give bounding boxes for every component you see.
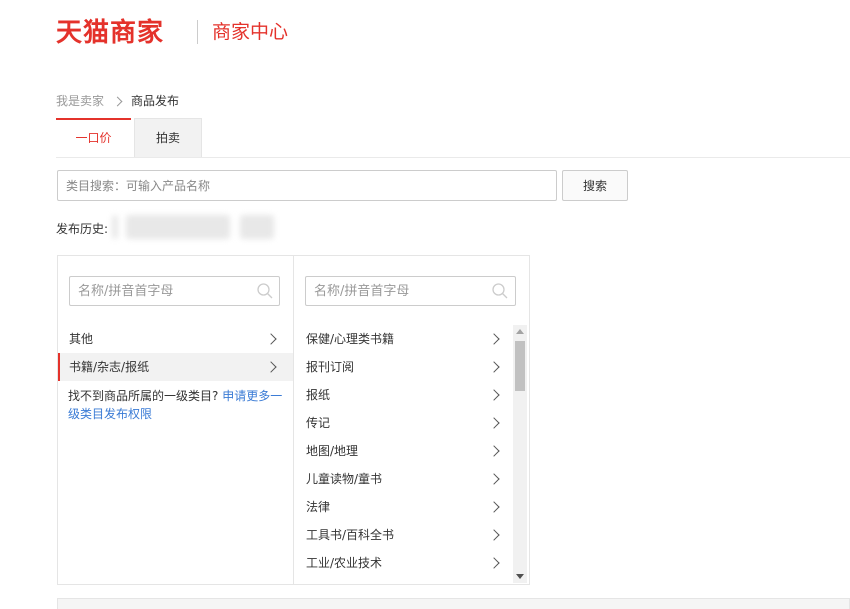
tmall-merchant-logo[interactable]: 天猫商家 bbox=[56, 18, 164, 48]
level2-category-list: 保健/心理类书籍 报刊订阅 报纸 传记 地图/地理 儿童读物/童书 法律 工具书… bbox=[294, 325, 512, 577]
breadcrumb-current: 商品发布 bbox=[131, 94, 180, 108]
search-icon bbox=[257, 283, 273, 299]
subcategory-item[interactable]: 报刊订阅 bbox=[294, 353, 512, 381]
tab-auction[interactable]: 拍卖 bbox=[134, 118, 202, 158]
breadcrumb-seller-link[interactable]: 我是卖家 bbox=[56, 93, 104, 109]
subcategory-label: 传记 bbox=[306, 416, 331, 430]
chevron-right-icon bbox=[488, 445, 500, 457]
bottom-action-bar bbox=[57, 598, 850, 609]
subcategory-item[interactable]: 传记 bbox=[294, 409, 512, 437]
publish-history-label: 发布历史: bbox=[56, 222, 109, 236]
chevron-right-icon bbox=[488, 529, 500, 541]
chevron-right-icon bbox=[488, 501, 500, 513]
tab-fixed-price[interactable]: 一口价 bbox=[56, 118, 131, 158]
chevron-right-icon bbox=[488, 333, 500, 345]
category-item-books-magazines[interactable]: 书籍/杂志/报纸 bbox=[58, 353, 293, 381]
subcategory-item[interactable]: 法律 bbox=[294, 493, 512, 521]
page-title: 商家中心 bbox=[212, 21, 289, 43]
subcategory-label: 工具书/百科全书 bbox=[306, 528, 395, 542]
subcategory-item[interactable]: 保健/心理类书籍 bbox=[294, 325, 512, 353]
subcategory-label: 报纸 bbox=[306, 388, 331, 402]
category-item-label: 书籍/杂志/报纸 bbox=[69, 360, 150, 374]
chevron-right-icon bbox=[488, 473, 500, 485]
subcategory-label: 法律 bbox=[306, 500, 331, 514]
category-level1-column: 其他 书籍/杂志/报纸 找不到商品所属的一级类目? 申请更多一级类目发布权限 bbox=[58, 256, 294, 584]
level2-filter-input[interactable] bbox=[305, 276, 516, 306]
breadcrumb: 我是卖家 商品发布 bbox=[56, 93, 179, 109]
blurred-history-item[interactable] bbox=[112, 215, 118, 239]
category-level2-column: 保健/心理类书籍 报刊订阅 报纸 传记 地图/地理 儿童读物/童书 bbox=[294, 256, 529, 584]
category-item-other[interactable]: 其他 bbox=[58, 325, 293, 353]
chevron-right-icon bbox=[112, 96, 123, 106]
category-selector-panel: 其他 书籍/杂志/报纸 找不到商品所属的一级类目? 申请更多一级类目发布权限 保… bbox=[57, 255, 530, 585]
blurred-history-item[interactable] bbox=[126, 215, 230, 239]
search-button[interactable]: 搜索 bbox=[562, 170, 628, 201]
chevron-right-icon bbox=[488, 417, 500, 429]
subcategory-label: 报刊订阅 bbox=[306, 360, 355, 374]
subcategory-label: 工业/农业技术 bbox=[306, 556, 383, 570]
category-hint: 找不到商品所属的一级类目? 申请更多一级类目发布权限 bbox=[68, 387, 286, 423]
search-icon bbox=[492, 283, 508, 299]
subcategory-item[interactable]: 地图/地理 bbox=[294, 437, 512, 465]
header-divider bbox=[197, 20, 198, 44]
scrollbar-thumb[interactable] bbox=[515, 341, 525, 391]
chevron-right-icon bbox=[265, 361, 277, 373]
subcategory-item[interactable]: 工业/农业技术 bbox=[294, 549, 512, 577]
tabs-divider bbox=[56, 157, 850, 158]
chevron-right-icon bbox=[488, 557, 500, 569]
blurred-history-item[interactable] bbox=[240, 215, 274, 239]
category-item-label: 其他 bbox=[69, 332, 94, 346]
subcategory-label: 儿童读物/童书 bbox=[306, 472, 383, 486]
level1-filter-input[interactable] bbox=[69, 276, 280, 306]
level2-scrollbar[interactable] bbox=[513, 325, 527, 583]
subcategory-label: 地图/地理 bbox=[306, 444, 359, 458]
category-search-input[interactable] bbox=[57, 170, 557, 201]
subcategory-item[interactable]: 儿童读物/童书 bbox=[294, 465, 512, 493]
subcategory-label: 保健/心理类书籍 bbox=[306, 332, 395, 346]
chevron-right-icon bbox=[488, 361, 500, 373]
subcategory-item[interactable]: 工具书/百科全书 bbox=[294, 521, 512, 549]
scroll-up-arrow-icon[interactable] bbox=[516, 329, 524, 334]
publish-type-tabs: 一口价 拍卖 bbox=[56, 118, 202, 158]
chevron-right-icon bbox=[488, 389, 500, 401]
chevron-right-icon bbox=[265, 333, 277, 345]
level1-category-list: 其他 书籍/杂志/报纸 bbox=[58, 325, 293, 381]
hint-text: 找不到商品所属的一级类目? bbox=[68, 389, 219, 403]
scroll-down-arrow-icon[interactable] bbox=[516, 574, 524, 579]
subcategory-item[interactable]: 报纸 bbox=[294, 381, 512, 409]
